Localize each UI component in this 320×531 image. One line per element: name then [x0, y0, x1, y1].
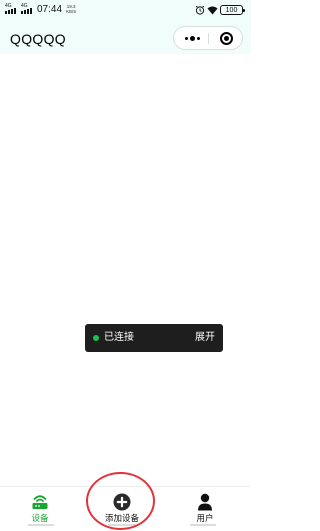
tab-user-label: 用户 — [196, 513, 214, 523]
tab-underline-device — [28, 524, 54, 526]
capsule-divider — [208, 33, 209, 44]
mini-program-capsule — [173, 26, 243, 50]
battery-level: 100 — [225, 6, 238, 14]
tab-underline-user — [190, 524, 216, 526]
connection-status-text: 已连接 — [104, 332, 134, 343]
plus-circle-icon — [113, 493, 131, 511]
signal-icon-sim2: 4G — [21, 4, 33, 14]
page-title: QQQQQ — [10, 31, 66, 47]
more-icon[interactable] — [177, 29, 207, 48]
alarm-icon — [195, 5, 205, 15]
connection-status-bar: 已连接 展开 — [85, 324, 223, 352]
tab-device-label: 设备 — [31, 513, 49, 523]
connected-status-dot — [93, 335, 99, 341]
close-mini-program-icon[interactable] — [218, 30, 235, 47]
expand-button[interactable]: 展开 — [195, 332, 215, 344]
top-area: 4G 4G 07:44 19.3 KB/S 100 QQQQQ — [0, 0, 251, 54]
tab-underline-add — [108, 524, 136, 526]
router-icon — [32, 495, 48, 509]
network-speed-unit: KB/S — [66, 9, 77, 14]
status-time: 07:44 — [37, 4, 63, 15]
battery-icon: 100 — [220, 5, 245, 15]
signal-icon-sim1: 4G — [5, 4, 17, 14]
user-icon — [198, 493, 212, 511]
status-bar: 4G 4G 07:44 19.3 KB/S 100 — [0, 0, 251, 20]
main-content — [0, 54, 251, 486]
tab-add-device-label: 添加设备 — [104, 513, 139, 523]
wifi-icon — [207, 6, 218, 15]
network-speed: 19.3 KB/S — [66, 4, 76, 14]
